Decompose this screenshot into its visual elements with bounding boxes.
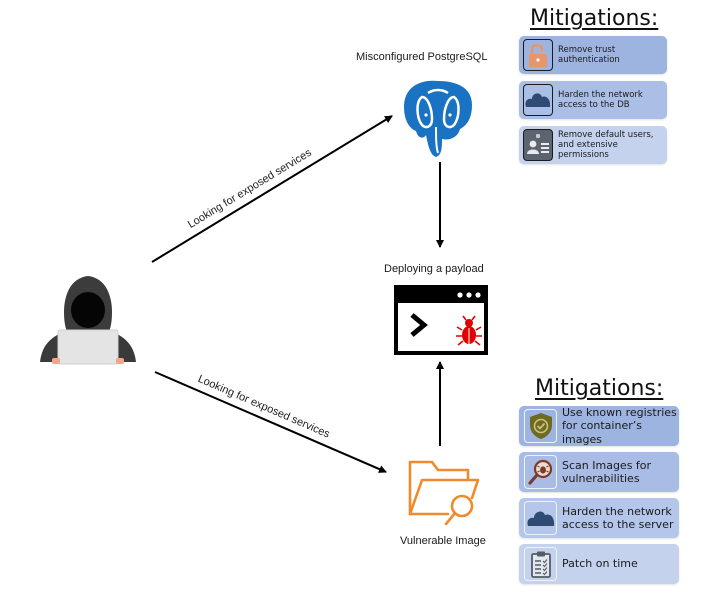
mitigation-card: Harden the network access to the server [519,498,679,538]
mitigation-text-line: Patch on time [562,557,638,571]
mitigation-text-line: vulnerabilities [562,472,640,485]
unlocked-padlock-icon [523,39,553,71]
mitigation-card: Use known registries for container’s ima… [519,406,679,446]
mitigation-text-line: Scan Images for [562,458,652,472]
image-label: Vulnerable Image [400,535,486,547]
payload-label: Deploying a payload [384,263,484,275]
clipboard-checklist-icon [524,547,557,581]
mitigation-text-line: access to the DB [558,100,630,110]
mitigation-card: Scan Images for vulnerabilities [519,452,679,492]
postgresql-elephant-icon [404,80,472,157]
arrow-attacker-to-image [154,371,387,473]
id-badge-icon [523,129,553,161]
mitigation-card: Harden the network access to the DB [519,81,667,119]
mitigation-text-line: access to the server [562,518,674,531]
shield-check-icon [524,409,557,443]
mitigation-text-line: Use known registries [562,406,677,420]
mitigation-text-line: Remove trust [558,44,616,55]
image-node [404,456,484,530]
arrow-attacker-to-postgres [151,115,393,263]
magnifier-bug-icon [524,455,557,489]
postgres-label: Misconfigured PostgreSQL [356,51,488,63]
mitigation-text-line: Remove default users, [558,129,654,140]
mitigation-card: Remove default users, and extensive perm… [519,126,667,164]
hooded-hacker-icon [40,276,136,365]
mitigation-card: Patch on time [519,544,679,584]
mitigations-bottom-title: Mitigations: [535,376,664,401]
mitigation-card: Remove trust authentication [519,36,667,74]
mitigation-text-line: for container’s images [562,419,642,446]
mitigation-text-line: and extensive [558,139,618,150]
mitigation-text-line: Harden the network [558,89,643,100]
mitigation-text-line: Harden the network [562,504,672,518]
mitigations-top-title: Mitigations: [530,6,659,31]
attacker [36,274,140,370]
postgres-node [400,77,476,161]
folder-search-icon [408,460,480,526]
cloud-icon [523,84,553,116]
cloud-icon [524,501,557,535]
mitigation-text-line: permissions [558,150,609,161]
mitigation-text-line: authentication [558,55,620,65]
payload-node [394,285,488,355]
terminal-bug-icon [394,285,488,355]
